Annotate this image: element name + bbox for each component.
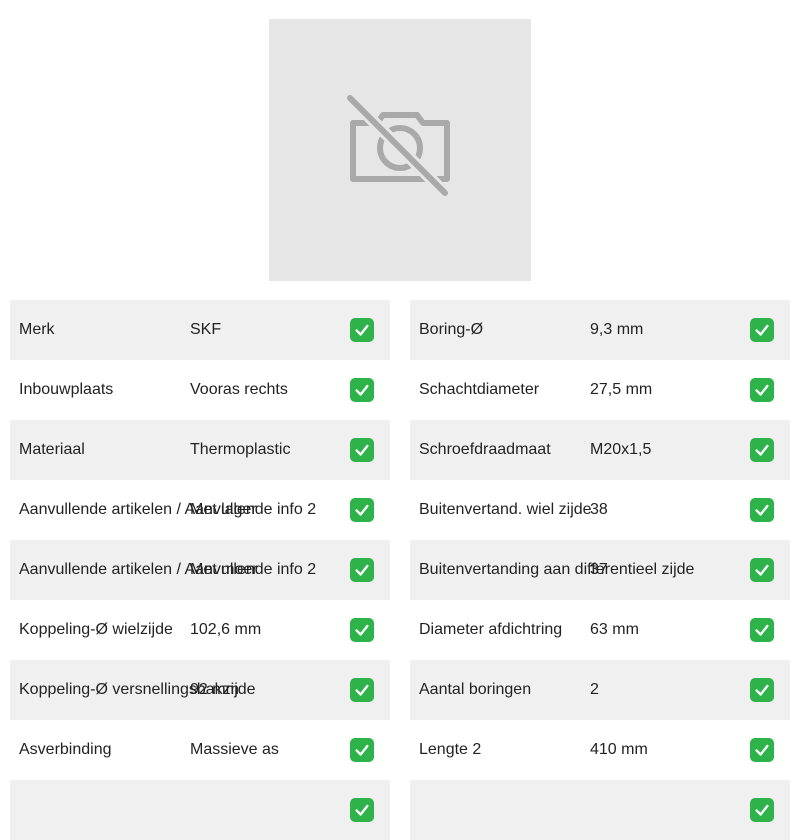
spec-label: Buitenvertanding aan differentieel zijde bbox=[419, 561, 695, 578]
spec-value: Vooras rechts bbox=[190, 381, 288, 398]
spec-value: 38 bbox=[590, 501, 608, 518]
spec-row: Schroefdraadmaat M20x1,5 bbox=[410, 420, 790, 480]
spec-row: Aanvullende artikelen / Aanvullende info… bbox=[10, 540, 390, 600]
spec-value: 9,3 mm bbox=[590, 321, 644, 338]
spec-row bbox=[10, 780, 390, 840]
spec-value: 102,6 mm bbox=[190, 621, 262, 638]
check-icon bbox=[750, 498, 774, 522]
spec-label: Boring-Ø bbox=[419, 321, 484, 338]
spec-value: M20x1,5 bbox=[590, 441, 652, 458]
spec-label: Aantal boringen bbox=[419, 681, 532, 698]
spec-row: Asverbinding Massieve as bbox=[10, 720, 390, 780]
spec-label: Merk bbox=[19, 321, 55, 338]
spec-value: Met lager bbox=[190, 501, 257, 518]
spec-value: 63 mm bbox=[590, 621, 639, 638]
spec-row: Inbouwplaats Vooras rechts bbox=[10, 360, 390, 420]
spec-label: Lengte 2 bbox=[419, 741, 482, 758]
spec-row: Aanvullende artikelen / Aanvullende info… bbox=[10, 480, 390, 540]
spec-row: Boring-Ø 9,3 mm bbox=[410, 300, 790, 360]
spec-table-left: Merk SKF Inbouwplaats Vooras rechts Mate… bbox=[10, 300, 390, 840]
spec-label: Diameter afdichtring bbox=[419, 621, 563, 638]
spec-row: Materiaal Thermoplastic bbox=[10, 420, 390, 480]
spec-value: 92 mm bbox=[190, 681, 239, 698]
check-icon bbox=[350, 378, 374, 402]
check-icon bbox=[750, 798, 774, 822]
check-icon bbox=[750, 378, 774, 402]
spec-label: Buitenvertand. wiel zijde bbox=[419, 501, 592, 518]
camera-off-icon bbox=[345, 93, 455, 208]
spec-label: Materiaal bbox=[19, 441, 85, 458]
product-image-placeholder bbox=[269, 19, 531, 281]
check-icon bbox=[750, 318, 774, 342]
check-icon bbox=[350, 798, 374, 822]
check-icon bbox=[350, 558, 374, 582]
spec-value: 37 bbox=[590, 561, 608, 578]
check-icon bbox=[350, 678, 374, 702]
check-icon bbox=[750, 558, 774, 582]
spec-value: SKF bbox=[190, 321, 222, 338]
spec-value: Massieve as bbox=[190, 741, 279, 758]
check-icon bbox=[350, 618, 374, 642]
spec-row: Aantal boringen 2 bbox=[410, 660, 790, 720]
spec-row: Buitenvertand. wiel zijde 38 bbox=[410, 480, 790, 540]
spec-label: Inbouwplaats bbox=[19, 381, 114, 398]
spec-row: Diameter afdichtring 63 mm bbox=[410, 600, 790, 660]
spec-value: Met moer bbox=[190, 561, 258, 578]
spec-row: Schachtdiameter 27,5 mm bbox=[410, 360, 790, 420]
spec-row: Koppeling-Ø wielzijde 102,6 mm bbox=[10, 600, 390, 660]
check-icon bbox=[750, 438, 774, 462]
check-icon bbox=[350, 438, 374, 462]
spec-value: 2 bbox=[590, 681, 599, 698]
spec-label: Koppeling-Ø wielzijde bbox=[19, 621, 173, 638]
spec-label: Aanvullende artikelen / Aanvullende info… bbox=[19, 561, 317, 578]
spec-label: Schachtdiameter bbox=[419, 381, 540, 398]
check-icon bbox=[350, 738, 374, 762]
check-icon bbox=[750, 618, 774, 642]
spec-row: Koppeling-Ø versnellingsbakzijde 92 mm bbox=[10, 660, 390, 720]
check-icon bbox=[350, 498, 374, 522]
spec-row bbox=[410, 780, 790, 840]
spec-label: Asverbinding bbox=[19, 741, 112, 758]
check-icon bbox=[350, 318, 374, 342]
spec-row: Merk SKF bbox=[10, 300, 390, 360]
spec-label: Aanvullende artikelen / Aanvullende info… bbox=[19, 501, 317, 518]
spec-row: Buitenvertanding aan differentieel zijde… bbox=[410, 540, 790, 600]
check-icon bbox=[750, 678, 774, 702]
spec-table-right: Boring-Ø 9,3 mm Schachtdiameter 27,5 mm … bbox=[410, 300, 790, 840]
spec-label: Schroefdraadmaat bbox=[419, 441, 551, 458]
spec-row: Lengte 2 410 mm bbox=[410, 720, 790, 780]
spec-value: Thermoplastic bbox=[190, 441, 291, 458]
spec-value: 410 mm bbox=[590, 741, 648, 758]
check-icon bbox=[750, 738, 774, 762]
spec-value: 27,5 mm bbox=[590, 381, 653, 398]
